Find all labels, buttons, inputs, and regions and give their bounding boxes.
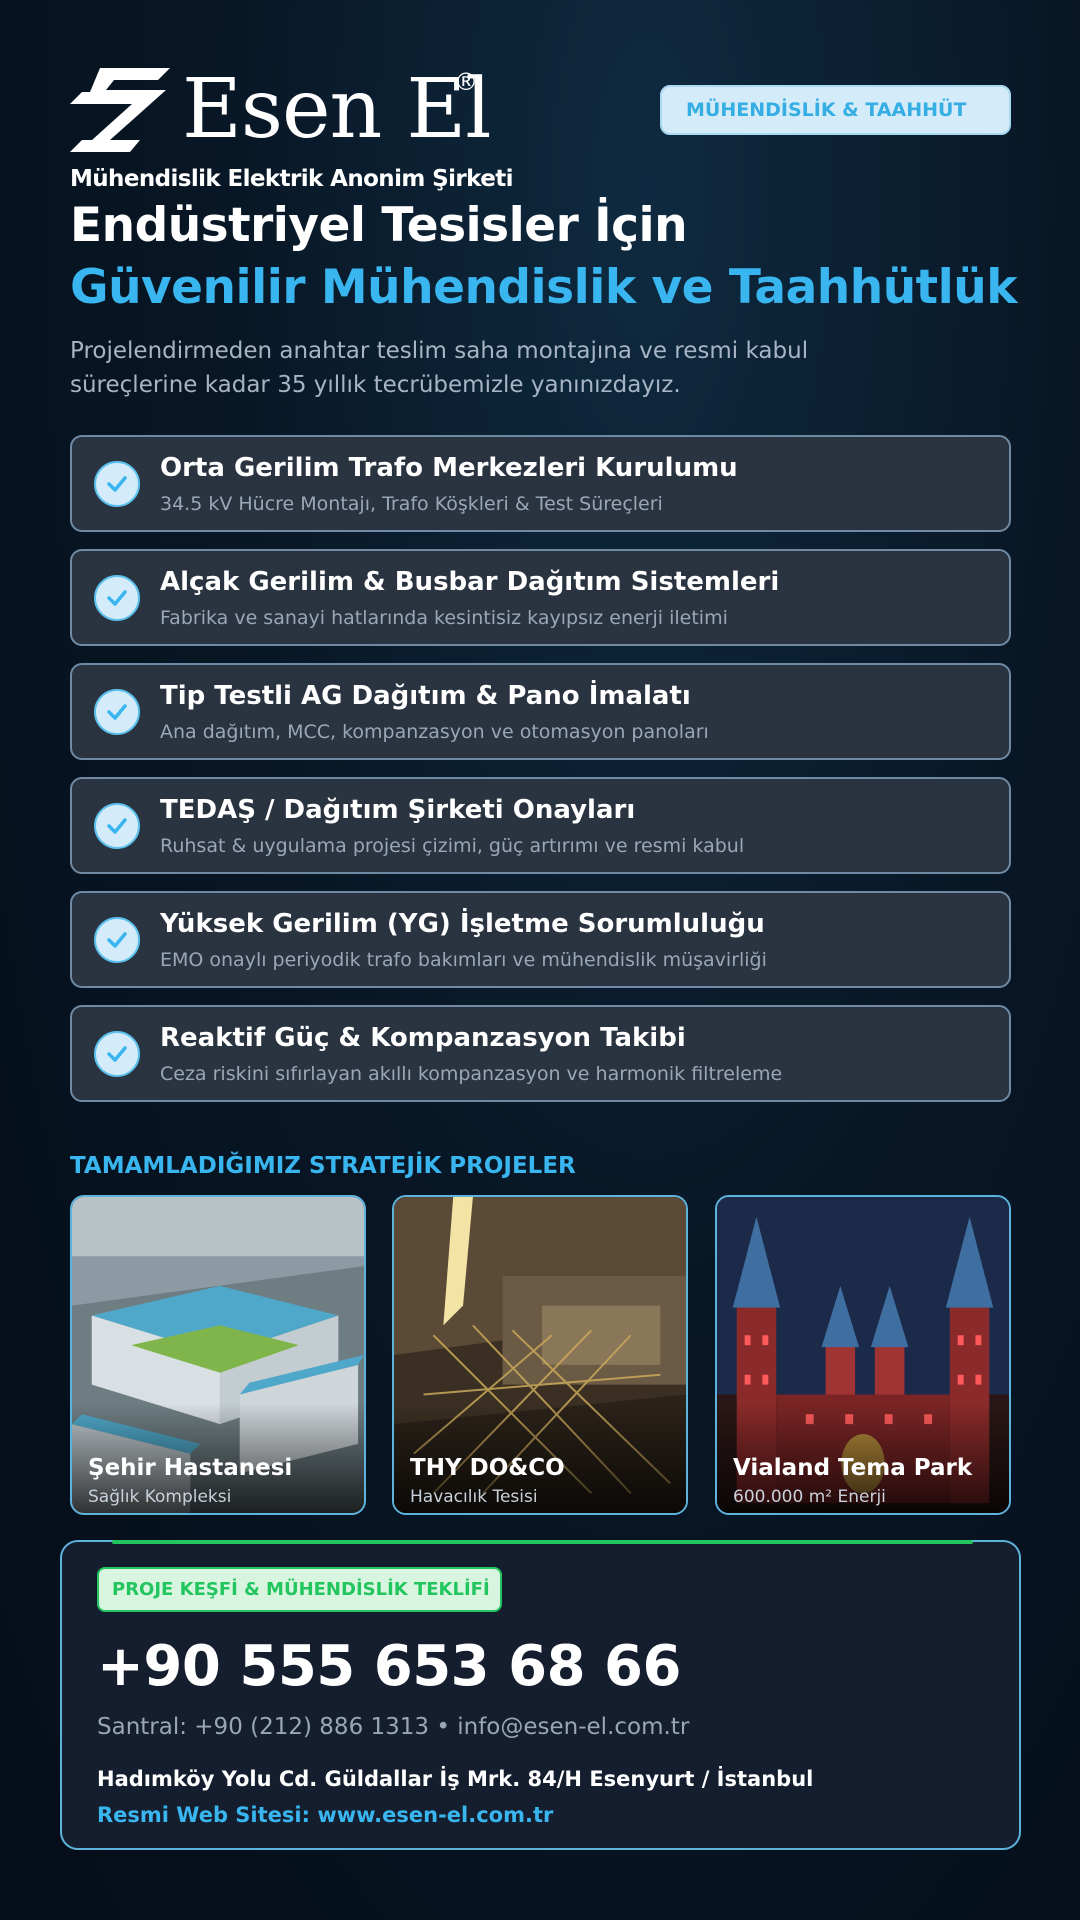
check-icon [94, 917, 140, 963]
service-card: Reaktif Güç & Kompanzasyon Takibi Ceza r… [70, 1005, 1011, 1102]
service-subtitle: Ceza riskini sıfırlayan akıllı kompanzas… [160, 1063, 783, 1085]
project-card-thy: THY DO&CO Havacılık Tesisi [392, 1195, 688, 1515]
contact-card: PROJE KEŞFİ & MÜHENDİSLİK TEKLİFİ +90 55… [60, 1540, 1021, 1850]
check-icon [94, 575, 140, 621]
service-title: TEDAŞ / Dağıtım Şirketi Onayları [160, 795, 636, 825]
project-subtitle: Sağlık Kompleksi [88, 1487, 232, 1507]
project-name: THY DO&CO [410, 1455, 565, 1481]
projects-heading: TAMAMLADIĞIMIZ STRATEJİK PROJELER [70, 1153, 576, 1179]
service-title: Orta Gerilim Trafo Merkezleri Kurulumu [160, 453, 738, 483]
hero-title-line2: Güvenilir Mühendislik ve Taahhütlük [70, 260, 1017, 315]
switchboard-and-email[interactable]: Santral: +90 (212) 886 1313 • info@esen-… [97, 1714, 689, 1740]
service-subtitle: 34.5 kV Hücre Montajı, Trafo Köşkleri & … [160, 493, 663, 515]
service-title: Reaktif Güç & Kompanzasyon Takibi [160, 1023, 686, 1053]
project-subtitle: 600.000 m² Enerji [733, 1487, 886, 1507]
service-card: Tip Testli AG Dağıtım & Pano İmalatı Ana… [70, 663, 1011, 760]
check-icon [94, 689, 140, 735]
hero-title-line1: Endüstriyel Tesisler İçin [70, 198, 688, 253]
check-icon [94, 461, 140, 507]
logo-tagline: Mühendislik Elektrik Anonim Şirketi [70, 166, 513, 192]
company-logo: Esen El ® Mühendislik Elektrik Anonim Şi… [70, 62, 513, 200]
service-title: Tip Testli AG Dağıtım & Pano İmalatı [160, 681, 691, 711]
service-title: Alçak Gerilim & Busbar Dağıtım Sistemler… [160, 567, 780, 597]
service-title: Yüksek Gerilim (YG) İşletme Sorumluluğu [160, 909, 765, 939]
service-card: TEDAŞ / Dağıtım Şirketi Onayları Ruhsat … [70, 777, 1011, 874]
service-subtitle: Ruhsat & uygulama projesi çizimi, güç ar… [160, 835, 745, 857]
check-icon [94, 1031, 140, 1077]
company-address: Hadımköy Yolu Cd. Güldallar İş Mrk. 84/H… [97, 1767, 814, 1791]
hero-intro: Projelendirmeden anahtar teslim saha mon… [70, 338, 809, 398]
projects-gallery: Şehir Hastanesi Sağlık Kompleksi THY DO&… [70, 1195, 1011, 1515]
accent-divider [112, 1540, 973, 1544]
project-card-vialand: Vialand Tema Park 600.000 m² Enerji [715, 1195, 1011, 1515]
service-card: Orta Gerilim Trafo Merkezleri Kurulumu 3… [70, 435, 1011, 532]
flyer-page: Esen El ® Mühendislik Elektrik Anonim Şi… [0, 0, 1080, 1920]
check-icon [94, 803, 140, 849]
logo-wordmark: Esen El [182, 62, 491, 157]
quote-badge: PROJE KEŞFİ & MÜHENDİSLİK TEKLİFİ [97, 1567, 502, 1612]
website-link[interactable]: Resmi Web Sitesi: www.esen-el.com.tr [97, 1803, 553, 1827]
lightning-logo-icon [70, 68, 170, 152]
category-badge: MÜHENDİSLİK & TAAHHÜT [660, 85, 1011, 135]
services-list: Orta Gerilim Trafo Merkezleri Kurulumu 3… [70, 435, 1011, 1119]
project-name: Şehir Hastanesi [88, 1455, 293, 1481]
service-subtitle: Fabrika ve sanayi hatlarında kesintisiz … [160, 607, 728, 629]
project-subtitle: Havacılık Tesisi [410, 1487, 538, 1507]
service-card: Yüksek Gerilim (YG) İşletme Sorumluluğu … [70, 891, 1011, 988]
phone-number[interactable]: +90 555 653 68 66 [97, 1634, 681, 1699]
service-card: Alçak Gerilim & Busbar Dağıtım Sistemler… [70, 549, 1011, 646]
service-subtitle: EMO onaylı periyodik trafo bakımları ve … [160, 949, 767, 971]
service-subtitle: Ana dağıtım, MCC, kompanzasyon ve otomas… [160, 721, 709, 743]
registered-mark: ® [454, 68, 478, 96]
project-card-hospital: Şehir Hastanesi Sağlık Kompleksi [70, 1195, 366, 1515]
project-name: Vialand Tema Park [733, 1455, 973, 1481]
